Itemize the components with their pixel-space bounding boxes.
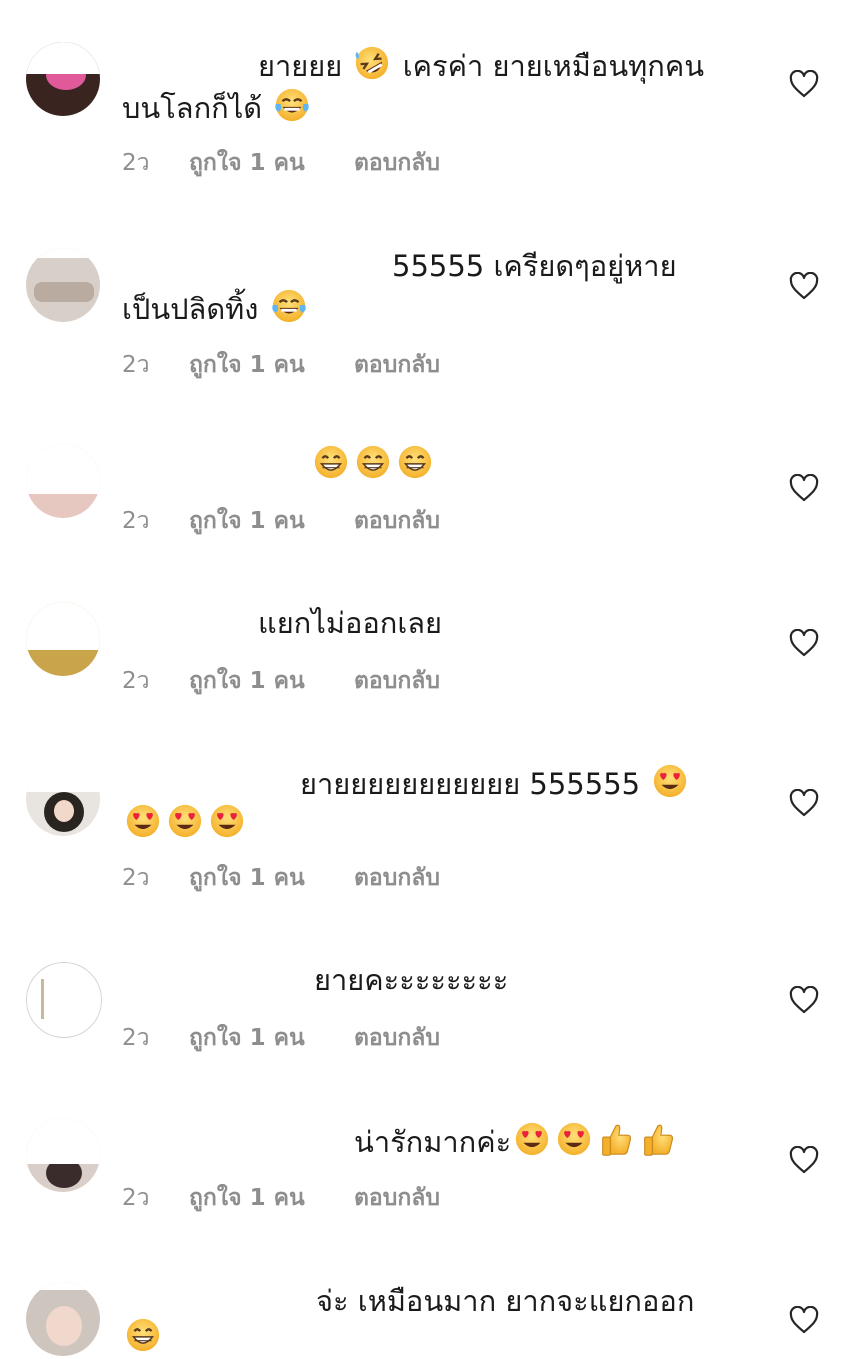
timestamp: 2ว: [122, 1185, 150, 1211]
comment-text: ยายคะะะะะะะะ: [314, 963, 509, 997]
reply-button[interactable]: ตอบกลับ: [354, 860, 440, 896]
heart-icon[interactable]: [789, 789, 819, 817]
likes-count[interactable]: ถูกใจ 1 คน: [189, 503, 354, 539]
grin-icon: [124, 1316, 162, 1354]
timestamp: 2ว: [122, 352, 150, 378]
heart-eyes-icon: [555, 1120, 593, 1158]
comment-text: 55555 เครียดๆอยู่หาย: [392, 249, 677, 283]
comment-text: น่ารักมากค่ะ: [354, 1120, 679, 1163]
reply-button[interactable]: ตอบกลับ: [354, 503, 440, 539]
comment-text: จ่ะ เหมือนมาก ยากจะแยกออก: [316, 1284, 695, 1318]
likes-count[interactable]: ถูกใจ 1 คน: [189, 663, 354, 699]
comment-meta: 2ว ถูกใจ 1 คน ตอบกลับ: [122, 145, 440, 181]
reply-button[interactable]: ตอบกลับ: [354, 145, 440, 181]
timestamp: 2ว: [122, 865, 150, 891]
likes-count[interactable]: ถูกใจ 1 คน: [189, 1180, 354, 1216]
heart-eyes-icon: [166, 802, 204, 840]
comment-meta: 2ว ถูกใจ 1 คน ตอบกลับ: [122, 503, 440, 539]
grin-icon: [312, 443, 350, 481]
thumbs-up-icon: [639, 1120, 677, 1158]
likes-count[interactable]: ถูกใจ 1 คน: [189, 347, 354, 383]
comment-text: [310, 443, 436, 486]
avatar[interactable]: [26, 762, 100, 836]
comment-meta: 2ว ถูกใจ 1 คน ตอบกลับ: [122, 347, 440, 383]
heart-eyes-icon: [124, 802, 162, 840]
comment-text-line2: [122, 802, 248, 845]
grin-icon: [396, 443, 434, 481]
heart-icon[interactable]: [789, 1306, 819, 1334]
tears-of-joy-icon: [273, 86, 311, 124]
timestamp: 2ว: [122, 150, 150, 176]
comment-text-line2: บนโลกก็ได้: [122, 86, 313, 129]
likes-count[interactable]: ถูกใจ 1 คน: [189, 1020, 354, 1056]
comment-text-line2: เป็นปลิดทิ้ง: [122, 287, 310, 330]
avatar[interactable]: [26, 1282, 100, 1356]
heart-eyes-icon: [513, 1120, 551, 1158]
likes-count[interactable]: ถูกใจ 1 คน: [189, 860, 354, 896]
timestamp: 2ว: [122, 508, 150, 534]
heart-icon[interactable]: [789, 986, 819, 1014]
reply-button[interactable]: ตอบกลับ: [354, 347, 440, 383]
comment-meta: 2ว ถูกใจ 1 คน ตอบกลับ: [122, 1020, 440, 1056]
heart-eyes-icon: [651, 762, 689, 800]
heart-eyes-icon: [208, 802, 246, 840]
comment-text: แยกไม่ออกเลย: [258, 606, 443, 640]
comment-text: ยายยย เครค่า ยายเหมือนทุกคน: [258, 44, 704, 87]
tears-of-joy-icon: [270, 287, 308, 325]
timestamp: 2ว: [122, 668, 150, 694]
reply-button[interactable]: ตอบกลับ: [354, 663, 440, 699]
avatar[interactable]: [26, 962, 102, 1038]
comment-meta: 2ว ถูกใจ 1 คน ตอบกลับ: [122, 663, 440, 699]
heart-icon[interactable]: [789, 1146, 819, 1174]
comment-meta: 2ว ถูกใจ 1 คน ตอบกลับ: [122, 1180, 440, 1216]
heart-icon[interactable]: [789, 272, 819, 300]
comment-text-line2: [122, 1316, 164, 1359]
heart-icon[interactable]: [789, 474, 819, 502]
likes-count[interactable]: ถูกใจ 1 คน: [189, 145, 354, 181]
comment-meta: 2ว ถูกใจ 1 คน ตอบกลับ: [122, 860, 440, 896]
heart-icon[interactable]: [789, 629, 819, 657]
reply-button[interactable]: ตอบกลับ: [354, 1020, 440, 1056]
avatar[interactable]: [26, 444, 100, 518]
avatar[interactable]: [26, 248, 100, 322]
comment-text: ยายยยยยยยยยยย 555555: [300, 762, 691, 805]
avatar[interactable]: [26, 1118, 100, 1192]
laugh-icon: [353, 44, 391, 82]
grin-icon: [354, 443, 392, 481]
avatar[interactable]: [26, 602, 100, 676]
avatar[interactable]: [26, 42, 100, 116]
thumbs-up-icon: [597, 1120, 635, 1158]
heart-icon[interactable]: [789, 70, 819, 98]
reply-button[interactable]: ตอบกลับ: [354, 1180, 440, 1216]
timestamp: 2ว: [122, 1025, 150, 1051]
